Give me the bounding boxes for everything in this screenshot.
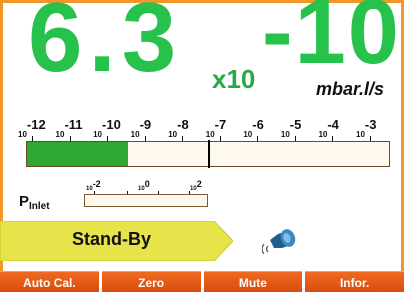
status-text: Stand-By — [72, 229, 152, 249]
leak-scale-label: 10-7 — [205, 117, 227, 139]
leak-scale-label: 10-5 — [280, 117, 302, 139]
leak-scale-label: 10-6 — [243, 117, 264, 139]
inlet-pressure-label: PInlet — [19, 193, 50, 212]
main-display: 6.3 x10 -10 mbar.l/s 10-12 10-11 10-10 10-9… — [0, 0, 404, 292]
reading-unit: mbar.l/s — [316, 79, 385, 99]
zero-button[interactable]: Zero — [101, 271, 201, 292]
inlet-pressure-bar — [84, 194, 208, 207]
auto-cal-button[interactable]: Auto Cal. — [0, 271, 99, 292]
leak-scale-label: 10-3 — [356, 117, 377, 139]
inlet-scale-label: 102 — [190, 179, 202, 193]
leak-scale-label: 10-8 — [168, 117, 189, 139]
leak-scale-label: 10-9 — [130, 117, 152, 139]
reading-multiplier: x10 — [212, 64, 256, 94]
mute-button[interactable]: Mute — [203, 271, 303, 292]
leak-rate-bar-fill — [27, 142, 129, 166]
reading-exponent: -10 — [262, 0, 401, 83]
inlet-scale-label: 100 — [138, 179, 150, 193]
leak-rate-bar — [26, 140, 390, 168]
info-button[interactable]: Infor. — [305, 271, 404, 292]
reading-mantissa: 6.3 — [28, 0, 183, 92]
leak-scale-label: 10-4 — [318, 117, 339, 139]
softkey-row: Auto Cal. Zero Mute Infor. — [0, 271, 404, 292]
leak-rate-marker — [208, 140, 210, 168]
speaker-icon[interactable] — [262, 226, 302, 254]
